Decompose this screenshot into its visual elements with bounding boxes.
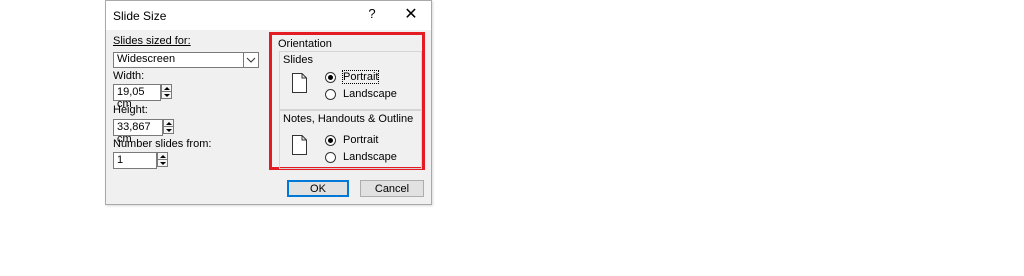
slides-sized-for-value: Widescreen [117,53,176,65]
slides-portrait-label[interactable]: Portrait [341,70,380,84]
spin-down-icon[interactable] [158,160,167,166]
notes-portrait-label[interactable]: Portrait [343,134,378,146]
number-slides-from-label: Number slides from: [113,138,212,150]
slides-portrait-radio[interactable] [325,72,336,83]
notes-landscape-radio[interactable] [325,152,336,163]
orientation-title: Orientation [278,38,332,50]
width-input[interactable]: 19,05 cm [113,84,161,110]
spin-up-icon[interactable] [158,153,167,160]
dialog-title: Slide Size [113,9,167,23]
slides-sized-for-select[interactable]: Widescreen [113,52,259,68]
slides-landscape-label[interactable]: Landscape [343,88,397,100]
notes-landscape-label[interactable]: Landscape [343,151,397,163]
spin-down-icon[interactable] [162,92,171,98]
orientation-highlight-box: Orientation Slides Portrait Landscape No… [269,32,425,170]
number-slides-from-value: 1 [117,154,124,166]
height-spinner[interactable] [163,119,174,134]
notes-orientation-group: Notes, Handouts & Outline Portrait Lands… [279,110,422,169]
slides-landscape-radio[interactable] [325,89,336,100]
width-spinner[interactable] [161,84,172,99]
help-button[interactable]: ? [364,6,380,24]
number-slides-from-spinner[interactable] [157,152,168,167]
spin-up-icon[interactable] [164,120,173,127]
spin-down-icon[interactable] [164,127,173,133]
close-button[interactable]: ✕ [402,4,420,24]
notes-portrait-radio[interactable] [325,135,336,146]
slides-group-title: Slides [283,54,313,66]
chevron-down-icon[interactable] [243,53,258,67]
height-label: Height: [113,104,148,116]
slides-orientation-group: Slides Portrait Landscape [279,51,422,110]
page-portrait-icon [292,135,307,155]
ok-button[interactable]: OK [287,180,349,197]
spin-up-icon[interactable] [162,85,171,92]
width-label: Width: [113,70,145,82]
slides-sized-for-label-text: Slides sized for: [113,35,191,47]
notes-group-title: Notes, Handouts & Outline [283,113,414,125]
slides-sized-for-label: Slides sized for: [113,35,191,47]
cancel-button[interactable]: Cancel [360,180,424,197]
height-input[interactable]: 33,867 cm [113,119,163,145]
slide-size-dialog: Slide Size ? ✕ Slides sized for: Widescr… [105,0,432,205]
number-slides-from-input[interactable]: 1 [113,152,157,169]
title-bar: Slide Size ? ✕ [106,1,431,30]
page-portrait-icon [292,73,307,93]
